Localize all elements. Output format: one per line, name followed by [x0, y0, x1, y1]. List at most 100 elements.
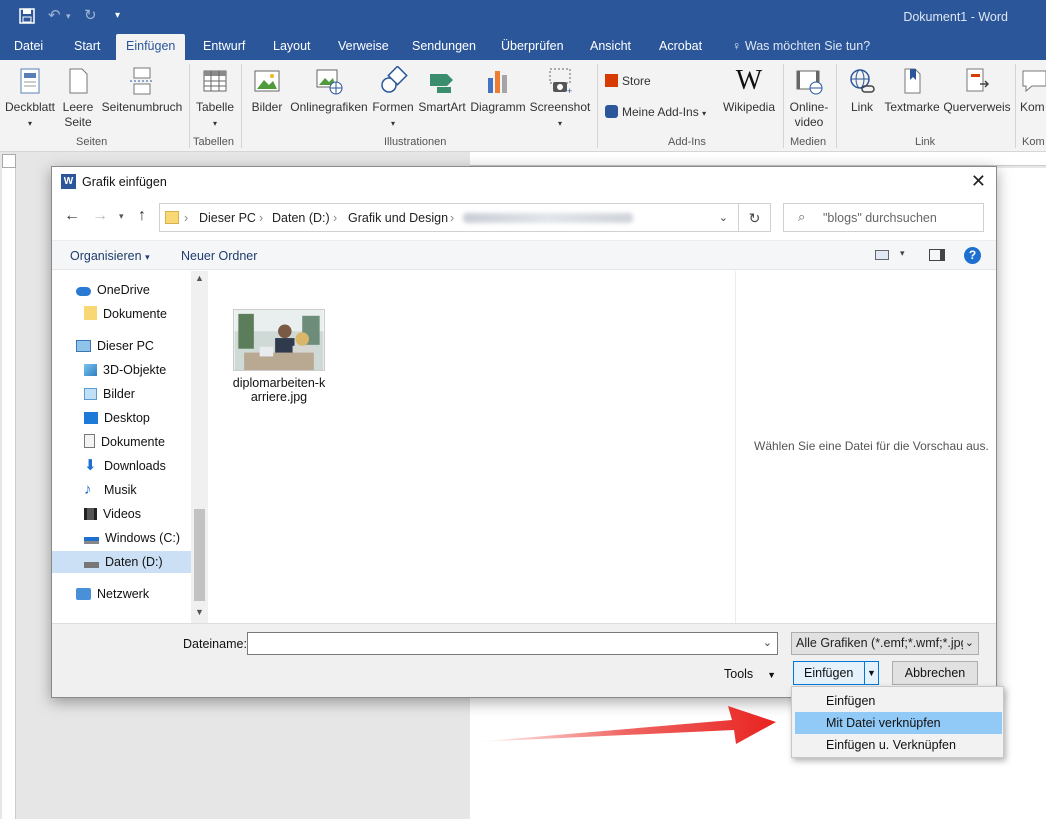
nav-3d-objekte[interactable]: 3D-Objekte [84, 359, 166, 381]
command-bar: Organisieren ▾ Neuer Ordner ▾ ? [52, 240, 996, 270]
recent-locations-icon[interactable]: ▾ [119, 211, 124, 222]
tab-sendungen[interactable]: Sendungen [410, 34, 478, 60]
tab-datei[interactable]: Datei [12, 34, 45, 60]
bilder-button[interactable]: Bilder [248, 66, 286, 115]
nav-dokumente-onedrive[interactable]: Dokumente [84, 303, 167, 325]
chevron-down-icon: ▾ [557, 119, 562, 128]
seitenumbruch-button[interactable]: Seitenumbruch [99, 66, 185, 115]
nav-daten-d[interactable]: Daten (D:) [52, 551, 191, 573]
cancel-button[interactable]: Abbrechen [892, 661, 978, 685]
breadcrumb-dieser-pc[interactable]: Dieser PC [199, 211, 256, 225]
undo-icon[interactable]: ↶ [48, 6, 61, 24]
nav-scrollbar[interactable]: ▲ ▼ [191, 271, 208, 623]
tab-acrobat[interactable]: Acrobat [657, 34, 704, 60]
pictures-icon [254, 70, 280, 92]
crumb-chevron-icon: › [259, 211, 264, 225]
meine-addins-button[interactable]: Meine Add-Ins ▾ [605, 105, 706, 119]
nav-dokumente-pc[interactable]: Dokumente [84, 431, 165, 453]
tab-ueberpruefen[interactable]: Überprüfen [499, 34, 566, 60]
cloud-icon [76, 287, 91, 296]
chart-icon [488, 71, 507, 93]
image-thumbnail [233, 309, 325, 371]
screenshot-button[interactable]: + Screenshot ▾ [529, 66, 591, 131]
link-button[interactable]: Link [843, 66, 881, 115]
back-icon[interactable]: ← [64, 207, 80, 225]
tell-me-search[interactable]: ♀ Was möchten Sie tun? [730, 34, 872, 60]
file-name-line2: arriere.jpg [250, 390, 308, 404]
undo-dropdown-icon[interactable]: ▾ [66, 11, 71, 22]
nav-downloads[interactable]: ⬇ Downloads [84, 455, 166, 477]
tab-layout[interactable]: Layout [271, 34, 313, 60]
nav-onedrive[interactable]: OneDrive [76, 279, 150, 301]
tab-verweise[interactable]: Verweise [336, 34, 391, 60]
view-options-icon[interactable] [875, 250, 889, 260]
customize-qat-icon[interactable]: ▾ [115, 10, 120, 21]
organize-button[interactable]: Organisieren ▾ [70, 249, 150, 263]
filename-input[interactable]: ⌄ [247, 632, 778, 655]
redo-icon[interactable]: ↻ [84, 6, 97, 24]
insert-label: Einfügen [804, 666, 854, 680]
save-icon[interactable] [19, 8, 35, 24]
breadcrumb-daten-d[interactable]: Daten (D:) [272, 211, 330, 225]
window-title: Dokument1 - Word [903, 10, 1008, 24]
menu-item-einfuegen-und-verknuepfen[interactable]: Einfügen u. Verknüpfen [795, 734, 1002, 756]
formen-button[interactable]: Formen ▾ [370, 66, 416, 131]
onlinevideo-button[interactable]: Online-video [787, 66, 831, 130]
tab-ansicht[interactable]: Ansicht [588, 34, 633, 60]
nav-videos[interactable]: Videos [84, 503, 141, 525]
diagramm-button[interactable]: Diagramm [469, 66, 527, 115]
scroll-thumb[interactable] [194, 509, 205, 601]
kommentar-button[interactable]: Kom [1020, 66, 1046, 115]
nav-dieser-pc[interactable]: Dieser PC [76, 335, 154, 357]
ribbon: Deckblatt ▾ Leere Seite Seitenumbruch Tabe… [0, 60, 1046, 152]
tabelle-button[interactable]: Tabelle ▾ [193, 66, 237, 131]
new-folder-button[interactable]: Neuer Ordner [181, 249, 257, 263]
onlinegrafiken-button[interactable]: Onlinegrafiken [289, 66, 369, 115]
nav-musik[interactable]: ♪ Musik [84, 479, 137, 501]
tab-start[interactable]: Start [72, 34, 102, 60]
refresh-button[interactable]: ↻ [739, 203, 771, 232]
up-icon[interactable]: ↑ [138, 207, 146, 225]
close-icon[interactable]: ✕ [971, 171, 986, 192]
wikipedia-icon: W [735, 65, 763, 96]
querverweis-button[interactable]: Querverweis [943, 66, 1011, 115]
address-bar[interactable]: › Dieser PC › Daten (D:) › Grafik und De… [159, 203, 739, 232]
textmarke-button[interactable]: Textmarke [883, 66, 941, 115]
menu-item-mit-datei-verknuepfen[interactable]: Mit Datei verknüpfen [795, 712, 1002, 734]
nav-windows-c[interactable]: Windows (C:) [84, 527, 180, 549]
nav-label: Videos [103, 507, 141, 521]
nav-desktop[interactable]: Desktop [84, 407, 150, 429]
file-type-select[interactable]: Alle Grafiken (*.emf;*.wmf;*.jpg ⌄ [791, 632, 979, 655]
address-dropdown-icon[interactable]: ⌄ [719, 211, 728, 224]
wikipedia-label: Wikipedia [722, 100, 776, 114]
search-box[interactable]: ⌕ "blogs" durchsuchen [783, 203, 984, 232]
preview-pane-icon[interactable] [929, 249, 945, 261]
tools-button[interactable]: Tools ▼ [724, 667, 776, 681]
file-name: diplomarbeiten-k arriere.jpg [231, 376, 327, 404]
tab-entwurf[interactable]: Entwurf [201, 34, 247, 60]
leere-seite-button[interactable]: Leere Seite [60, 66, 96, 130]
nav-netzwerk[interactable]: Netzwerk [76, 583, 149, 605]
addins-icon [605, 105, 618, 118]
store-button[interactable]: Store [605, 74, 651, 88]
refresh-icon: ↻ [748, 210, 761, 226]
file-item[interactable]: diplomarbeiten-k arriere.jpg [231, 309, 327, 404]
scroll-up-icon[interactable]: ▲ [195, 273, 204, 283]
deckblatt-button[interactable]: Deckblatt ▾ [4, 66, 56, 131]
wikipedia-button[interactable]: W Wikipedia [720, 66, 778, 115]
chevron-down-icon[interactable]: ▾ [900, 248, 905, 259]
scroll-down-icon[interactable]: ▼ [195, 607, 204, 617]
querverweis-label: Querverweis [943, 100, 1011, 114]
forward-icon[interactable]: → [92, 207, 108, 225]
chevron-down-icon[interactable]: ⌄ [763, 636, 772, 649]
tab-selector[interactable] [2, 154, 16, 168]
menu-item-einfuegen[interactable]: Einfügen [795, 690, 1002, 712]
tab-einfuegen[interactable]: Einfügen [116, 34, 186, 60]
insert-split-button[interactable]: Einfügen ▼ [793, 661, 879, 685]
insert-dropdown-arrow[interactable]: ▼ [864, 662, 878, 684]
smartart-button[interactable]: SmartArt [417, 66, 467, 115]
breadcrumb-grafik-design[interactable]: Grafik und Design [348, 211, 448, 225]
chevron-down-icon: ▾ [390, 119, 395, 128]
help-icon[interactable]: ? [964, 247, 981, 264]
nav-bilder[interactable]: Bilder [84, 383, 135, 405]
